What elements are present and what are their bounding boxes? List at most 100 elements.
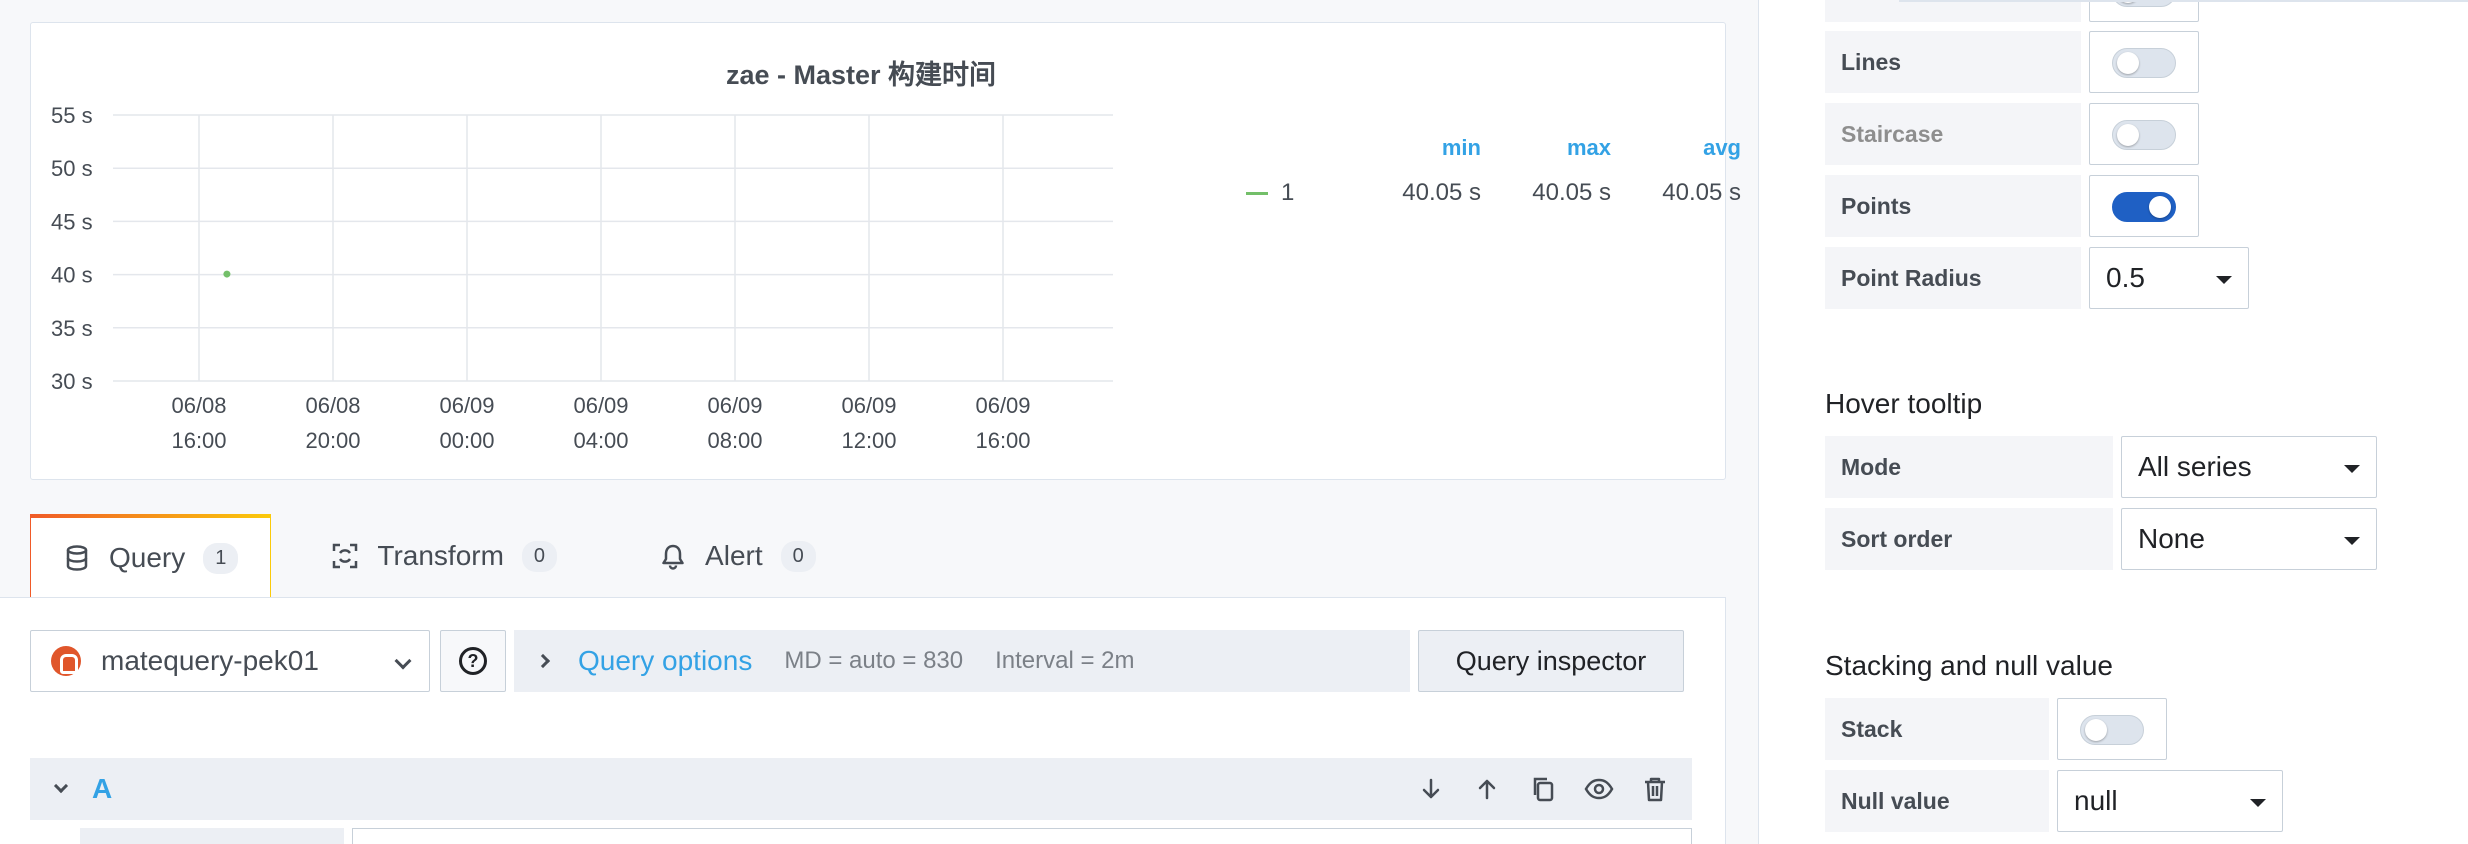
y-tick-label: 35 s	[51, 316, 93, 341]
stack-switch-box[interactable]	[2057, 698, 2167, 760]
sort-order-value: None	[2138, 523, 2205, 554]
legend-header-min[interactable]: min	[1361, 135, 1481, 161]
query-field-input[interactable]	[352, 828, 1692, 844]
points-label: Points	[1825, 175, 2081, 237]
lines-toggle[interactable]	[2112, 48, 2176, 78]
legend-min-value: 40.05 s	[1402, 179, 1481, 206]
question-circle-icon: ?	[459, 647, 487, 675]
move-down-icon[interactable]	[1416, 774, 1446, 804]
y-tick-label: 30 s	[51, 369, 93, 394]
legend-header-avg[interactable]: avg	[1621, 135, 1741, 161]
x-tick-date: 06/09	[975, 393, 1030, 418]
point-radius-value: 0.5	[2106, 262, 2145, 293]
interval-info: Interval = 2m	[995, 647, 1135, 674]
tab-alert-label: Alert	[705, 540, 763, 571]
point-radius-select[interactable]: 0.5	[2089, 247, 2249, 309]
graph-panel: zae - Master 构建时间 55 s 50 s 45 s 40 s 35 s 30…	[30, 22, 1741, 480]
bell-icon	[659, 542, 687, 570]
tooltip-mode-label: Mode	[1825, 436, 2113, 498]
lines-switch-box[interactable]	[2089, 31, 2199, 93]
legend-series-name[interactable]: 1	[1281, 179, 1321, 207]
legend-row[interactable]: 1 40.05 s 40.05 s 40.05 s	[1211, 175, 1741, 221]
point-radius-label: Point Radius	[1825, 247, 2081, 309]
chevron-down-icon	[394, 652, 412, 670]
graph-chart: 55 s 50 s 45 s 40 s 35 s 30 s 06/08 16:00 06/08 2…	[51, 103, 1113, 453]
help-button[interactable]: ?	[440, 630, 506, 692]
y-tick-label: 40 s	[51, 263, 93, 288]
query-options-bar[interactable]: Query options MD = auto = 830 Interval =…	[514, 630, 1410, 692]
series-color-swatch[interactable]	[1246, 192, 1268, 195]
x-tick-time: 00:00	[439, 428, 494, 453]
tab-query-label: Query	[109, 542, 186, 573]
chevron-right-icon	[535, 653, 551, 669]
option-label-hidden	[1825, 0, 2081, 22]
query-inspector-button[interactable]: Query inspector	[1418, 630, 1684, 692]
x-tick-date: 06/08	[305, 393, 360, 418]
tab-transform-count: 0	[521, 540, 558, 572]
max-data-points-info: MD = auto = 830	[784, 647, 964, 674]
move-up-icon[interactable]	[1472, 774, 1502, 804]
editor-tabs: Query 1 Transform 0 Alert 0	[30, 514, 848, 598]
staircase-toggle[interactable]	[2112, 120, 2176, 150]
points-switch-box[interactable]	[2089, 175, 2199, 237]
x-tick-date: 06/09	[841, 393, 896, 418]
legend-header: min max avg	[1211, 129, 1741, 175]
option-switch-hidden[interactable]	[2089, 0, 2199, 22]
tab-alert[interactable]: Alert 0	[627, 514, 848, 598]
transform-icon	[331, 542, 359, 570]
legend-table: min max avg 1 40.05 s 40.05 s 40.05 s	[1211, 129, 1741, 221]
staircase-label: Staircase	[1825, 103, 2081, 165]
divider	[1899, 0, 2468, 2]
tab-transform-label: Transform	[377, 540, 504, 571]
tooltip-mode-select[interactable]: All series	[2121, 436, 2377, 498]
query-field-label	[80, 828, 344, 844]
duplicate-icon[interactable]	[1528, 774, 1558, 804]
datasource-name: matequery-pek01	[101, 645, 319, 676]
caret-down-icon	[2216, 276, 2232, 284]
null-value-value: null	[2074, 785, 2118, 816]
legend-header-max[interactable]: max	[1491, 135, 1611, 161]
x-tick-date: 06/09	[439, 393, 494, 418]
tab-alert-count: 0	[780, 540, 816, 572]
x-tick-time: 16:00	[975, 428, 1030, 453]
query-options-label[interactable]: Query options	[578, 645, 752, 677]
y-tick-label: 55 s	[51, 103, 93, 128]
null-value-select[interactable]: null	[2057, 770, 2283, 832]
x-tick-date: 06/09	[707, 393, 762, 418]
tab-query-count: 1	[203, 542, 239, 574]
legend-max-value: 40.05 s	[1532, 179, 1611, 206]
data-point	[223, 270, 231, 278]
staircase-switch-box[interactable]	[2089, 103, 2199, 165]
points-toggle[interactable]	[2112, 192, 2176, 222]
query-row-actions	[1416, 774, 1670, 804]
database-icon	[63, 544, 91, 572]
caret-down-icon	[2344, 465, 2360, 473]
trash-icon[interactable]	[1640, 774, 1670, 804]
null-value-label: Null value	[1825, 770, 2049, 832]
editor-pane: zae - Master 构建时间 55 s 50 s 45 s 40 s 35 s 30…	[0, 0, 1758, 844]
tab-query[interactable]: Query 1	[30, 514, 272, 598]
eye-icon[interactable]	[1584, 774, 1614, 804]
sort-order-label: Sort order	[1825, 508, 2113, 570]
stacking-title: Stacking and null value	[1825, 650, 2113, 681]
x-tick-time: 16:00	[171, 428, 226, 453]
datasource-picker[interactable]: matequery-pek01	[30, 630, 430, 692]
sort-order-select[interactable]: None	[2121, 508, 2377, 570]
stack-toggle[interactable]	[2080, 715, 2144, 745]
legend-avg-value: 40.05 s	[1662, 179, 1741, 206]
lines-label: Lines	[1825, 31, 2081, 93]
query-row-name[interactable]: A	[92, 773, 112, 805]
x-tick-time: 04:00	[573, 428, 628, 453]
collapse-chevron-icon[interactable]	[53, 778, 69, 794]
stack-label: Stack	[1825, 698, 2049, 760]
y-tick-label: 50 s	[51, 156, 93, 181]
caret-down-icon	[2250, 799, 2266, 807]
tab-transform[interactable]: Transform 0	[299, 514, 589, 598]
y-tick-label: 45 s	[51, 209, 93, 234]
x-tick-time: 20:00	[305, 428, 360, 453]
x-tick-date: 06/09	[573, 393, 628, 418]
query-row-header[interactable]: A	[30, 758, 1692, 820]
caret-down-icon	[2344, 537, 2360, 545]
datasource-logo-icon	[51, 646, 81, 676]
tooltip-mode-value: All series	[2138, 451, 2252, 482]
